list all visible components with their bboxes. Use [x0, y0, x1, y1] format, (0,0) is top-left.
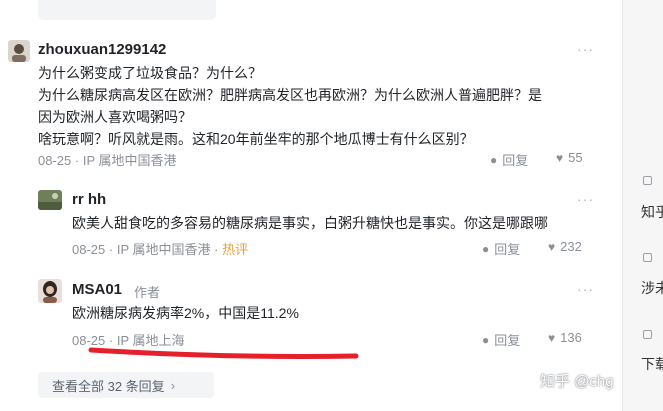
chevron-right-icon: › — [170, 377, 176, 393]
more-options-icon[interactable]: ··· — [577, 41, 594, 57]
info-icon — [643, 176, 652, 185]
comment-text-line: 为什么糖尿病高发区在欧洲？肥胖病高发区也再欧洲？为什么欧洲人普遍肥胖？是 — [38, 87, 542, 103]
comment-meta: 08-25 · IP 属地中国香港 · 热评 — [72, 242, 249, 257]
reply-label: 回复 — [494, 333, 521, 348]
comment-text-line: 因为欧洲人喜欢喝粥吗？ — [38, 109, 192, 125]
like-count: 232 — [560, 239, 582, 254]
heart-icon: ♥ — [548, 330, 556, 345]
sidebar-text: 下载 — [641, 356, 663, 372]
like-count: 55 — [568, 150, 583, 165]
reply-button[interactable]: ● 回复 — [482, 239, 520, 258]
more-options-icon[interactable]: ··· — [577, 191, 594, 207]
comment-text-line: 为什么粥变成了垃圾食品？为什么？ — [38, 65, 262, 81]
avatar[interactable] — [8, 40, 30, 62]
reply-label: 回复 — [502, 153, 529, 168]
reply-label: 回复 — [494, 242, 521, 257]
hot-comment-badge: 热评 — [222, 242, 249, 257]
reply-button[interactable]: ● 回复 — [482, 330, 520, 349]
right-sidebar: 知乎 涉未 下载 — [622, 0, 663, 411]
avatar[interactable] — [38, 190, 62, 210]
info-icon — [643, 253, 652, 262]
view-all-replies-button[interactable]: 查看全部 32 条回复 › — [38, 372, 214, 398]
info-icon — [643, 330, 652, 339]
author-tag: 作者 — [134, 285, 161, 300]
comment-date: 08-25 — [38, 153, 72, 168]
heart-icon: ♥ — [556, 150, 564, 165]
reply-icon: ● — [482, 241, 490, 256]
view-all-label: 查看全部 32 条回复 — [52, 378, 165, 394]
comment-location: IP 属地中国香港 — [116, 242, 211, 257]
sidebar-text: 知乎 — [641, 204, 663, 220]
comments-panel: zhouxuan1299142 ··· 为什么粥变成了垃圾食品？为什么？ 为什么… — [0, 0, 618, 411]
comment-meta: 08-25 · IP 属地中国香港 — [38, 153, 177, 168]
reply-icon: ● — [482, 332, 490, 347]
reply-icon: ● — [490, 152, 498, 167]
more-options-icon[interactable]: ··· — [577, 281, 594, 297]
comment-username[interactable]: MSA01 — [72, 281, 122, 298]
comment-text-line: 啥玩意啊？听风就是雨。这和20年前坐牢的那个地瓜博士有什么区别？ — [38, 131, 474, 147]
like-button[interactable]: ♥ 55 — [556, 150, 583, 165]
comment-text-line: 欧美人甜食吃的多容易的糖尿病是事实，白粥升糖快也是事实。你这是哪跟哪 — [72, 215, 548, 231]
collapsed-top-button[interactable] — [38, 0, 216, 20]
like-button[interactable]: ♥ 232 — [548, 239, 582, 254]
comment-location: IP 属地中国香港 — [82, 153, 177, 168]
comment-username[interactable]: rr hh — [72, 191, 106, 208]
comment-username[interactable]: zhouxuan1299142 — [38, 41, 166, 58]
like-count: 136 — [560, 330, 582, 345]
avatar[interactable] — [38, 279, 62, 303]
like-button[interactable]: ♥ 136 — [548, 330, 582, 345]
red-underline-annotation — [88, 347, 359, 360]
comment-text-line: 欧洲糖尿病发病率2%，中国是11.2% — [72, 305, 299, 321]
comment-date: 08-25 — [72, 242, 106, 257]
sidebar-text: 涉未 — [641, 280, 663, 296]
reply-button[interactable]: ● 回复 — [490, 150, 528, 169]
watermark: 知乎 @chg — [540, 373, 614, 390]
heart-icon: ♥ — [548, 239, 556, 254]
